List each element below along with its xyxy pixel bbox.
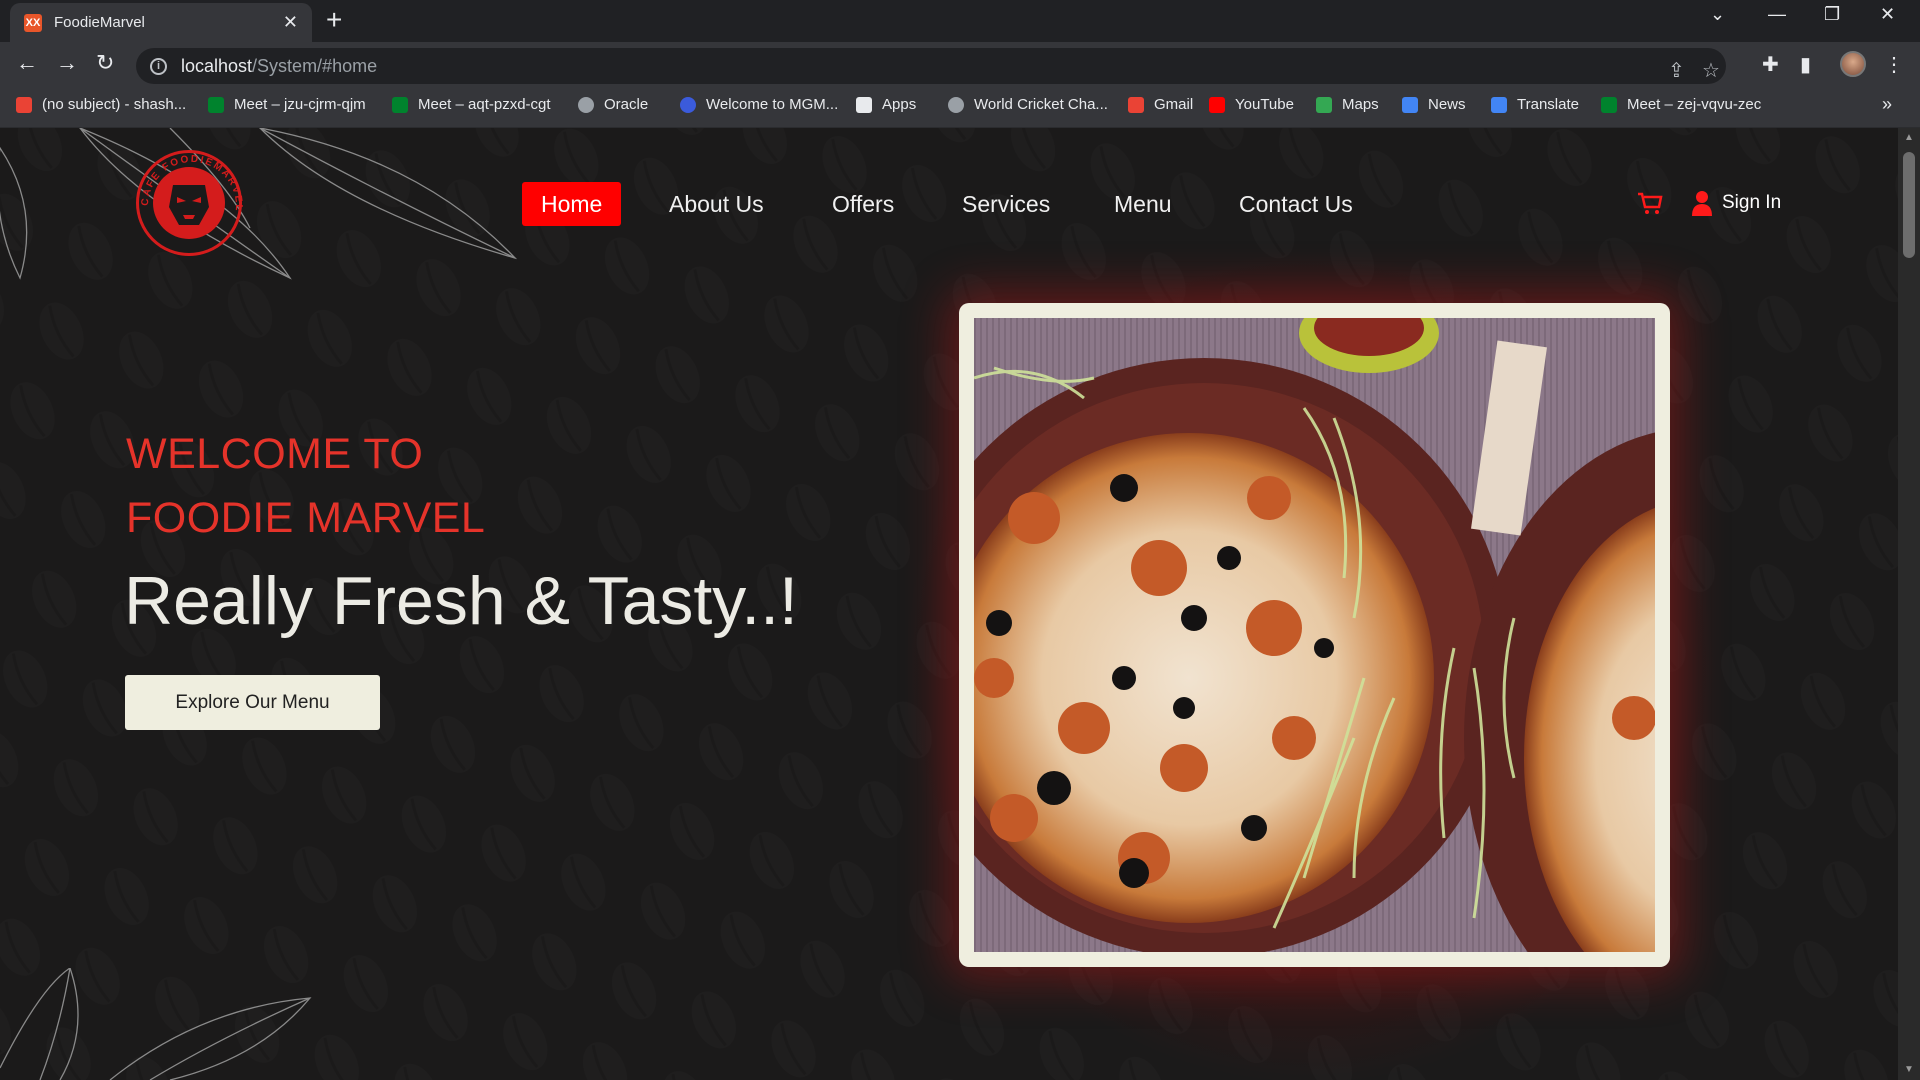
profile-avatar[interactable] [1840,51,1866,77]
site-favicon-icon: XX [24,13,42,32]
user-icon [1692,191,1712,216]
url-path: /System/#home [252,55,378,76]
close-tab-icon[interactable]: ✕ [283,12,298,33]
bookmark-item[interactable]: Maps [1316,96,1379,113]
youtube-icon [1209,96,1225,113]
browser-toolbar: ← → ↻ i localhost/System/#home ⇪ ☆ ✚ ▮ ⋮ [0,42,1920,88]
scroll-up-icon[interactable]: ▲ [1904,132,1914,143]
side-panel-icon[interactable]: ▮ [1800,52,1811,77]
hero-kicker-line2: FOODIE MARVEL [126,494,486,542]
window-close-icon[interactable]: ✕ [1880,4,1895,25]
gmail-icon [1128,96,1144,113]
url-host: localhost [181,55,253,76]
bookmark-item[interactable]: YouTube [1209,96,1294,113]
back-icon[interactable]: ← [16,50,38,76]
tab-title: FoodieMarvel [54,14,145,31]
scroll-thumb[interactable] [1903,152,1915,258]
maps-icon [1316,96,1332,113]
bookmark-item[interactable]: Meet – zej-vqvu-zec [1601,96,1761,113]
bookmark-label: Oracle [604,96,649,113]
nav-item-menu[interactable]: Menu [1095,182,1191,226]
bookmark-label: News [1428,96,1466,113]
bookmark-label: Welcome to MGM... [706,96,839,113]
apps-grid-icon [856,96,872,113]
bookmark-star-icon[interactable]: ☆ [1702,58,1720,83]
bookmark-item[interactable]: News [1402,96,1466,113]
bookmark-label: Translate [1517,96,1579,113]
restore-icon[interactable]: ❐ [1824,4,1840,25]
bookmark-item[interactable]: Oracle [578,96,648,113]
bookmark-item[interactable]: World Cricket Cha... [948,96,1108,113]
nav-item-contact-us[interactable]: Contact Us [1220,182,1372,226]
cart-icon[interactable] [1637,191,1663,215]
bookmark-label: Meet – jzu-cjrm-qjm [234,96,366,113]
sign-in-label: Sign In [1722,192,1782,213]
meet-icon [1601,96,1617,113]
browser-tab[interactable]: XX FoodieMarvel ✕ [10,3,312,42]
extensions-icon[interactable]: ✚ [1762,52,1779,77]
cafe-logo[interactable]: CAFE FOODIEMARVEL [136,150,242,256]
decorative-leaves-bottom [0,968,312,1080]
explore-menu-button[interactable]: Explore Our Menu [125,675,380,730]
decorative-leaves-top [0,128,518,280]
nav-item-offers[interactable]: Offers [813,182,913,226]
page-viewport: CAFE FOODIEMARVEL Home About Us Offers Serv… [0,128,1898,1080]
svg-text:CAFE FOODIEMARVEL: CAFE FOODIEMARVEL [140,154,244,213]
bookmark-item[interactable]: Meet – aqt-pzxd-cgt [392,96,551,113]
news-icon [1402,96,1418,113]
nav-item-about-us[interactable]: About Us [650,182,783,226]
bookmark-item[interactable]: Meet – jzu-cjrm-qjm [208,96,366,113]
page-scrollbar[interactable]: ▲ ▼ [1898,128,1920,1080]
meet-icon [392,96,408,113]
bookmark-item[interactable]: (no subject) - shash... [16,96,186,113]
bookmark-label: Meet – aqt-pzxd-cgt [418,96,551,113]
share-icon[interactable]: ⇪ [1668,58,1685,83]
hero-image-frame [959,303,1670,967]
hero-title: Really Fresh & Tasty..! [124,563,798,639]
bookmark-label: (no subject) - shash... [42,96,187,113]
gmail-icon [16,96,32,113]
bookmarks-bar: (no subject) - shash... Meet – jzu-cjrm-q… [0,88,1920,128]
globe-icon [948,96,964,113]
new-tab-icon[interactable]: + [326,6,342,34]
scroll-down-icon[interactable]: ▼ [1904,1064,1914,1075]
logo-ring: CAFE FOODIEMARVEL [140,154,244,213]
translate-icon [1491,96,1507,113]
pizza-photo [974,318,1655,952]
bookmark-label: YouTube [1235,96,1294,113]
minimize-icon[interactable]: — [1768,4,1786,25]
tab-search-icon[interactable]: ⌄ [1710,4,1725,25]
bookmark-label: Apps [882,96,917,113]
bookmark-item[interactable]: Apps [856,96,916,113]
globe-icon [680,96,696,113]
address-bar[interactable]: i localhost/System/#home ⇪ ☆ [136,48,1726,84]
nav-item-services[interactable]: Services [943,182,1069,226]
meet-icon [208,96,224,113]
forward-icon[interactable]: → [56,50,78,76]
bookmark-label: Maps [1342,96,1379,113]
nav-item-home[interactable]: Home [522,182,622,226]
bookmark-item[interactable]: Gmail [1128,96,1193,113]
bookmark-item[interactable]: Translate [1491,96,1579,113]
menu-kebab-icon[interactable]: ⋮ [1884,52,1904,77]
sign-in-link[interactable]: Sign In [1692,190,1781,216]
bookmark-label: World Cricket Cha... [974,96,1108,113]
bookmark-item[interactable]: Welcome to MGM... [680,96,838,113]
reload-icon[interactable]: ↻ [96,50,114,76]
tab-strip: XX FoodieMarvel ✕ + ⌄ — ❐ ✕ [0,0,1920,42]
bookmark-label: Gmail [1154,96,1194,113]
site-info-icon[interactable]: i [150,57,167,75]
more-bookmarks-icon[interactable]: » [1882,94,1892,115]
hero-kicker-line1: WELCOME TO [126,430,424,478]
globe-icon [578,96,594,113]
bookmark-label: Meet – zej-vqvu-zec [1627,96,1762,113]
